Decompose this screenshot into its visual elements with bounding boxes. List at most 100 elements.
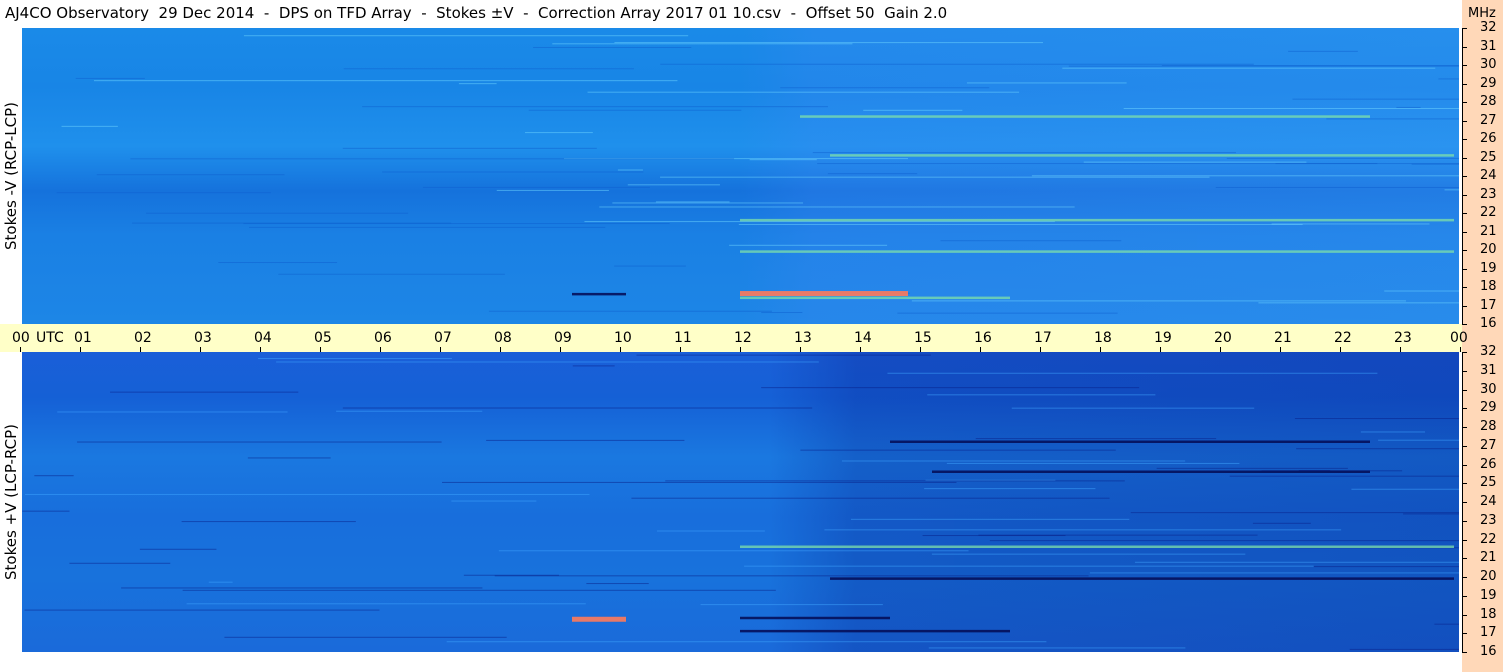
texture-stripe <box>24 609 380 611</box>
texture-stripe <box>1062 67 1436 69</box>
texture-stripe <box>362 106 828 108</box>
x-tick-mark <box>860 347 861 352</box>
texture-stripe <box>924 488 1096 490</box>
texture-stripe <box>75 77 145 79</box>
y-tick-label: 27 <box>1480 437 1497 453</box>
y-tick-mark <box>1462 305 1467 307</box>
x-tick-label: 07 <box>434 330 452 346</box>
y-tick-label: 21 <box>1480 223 1497 239</box>
texture-stripe <box>1378 439 1459 441</box>
y-tick-mark <box>1462 139 1467 140</box>
texture-stripe <box>382 171 644 173</box>
x-tick-mark <box>980 347 981 352</box>
texture-stripe <box>186 603 586 605</box>
y-tick-mark <box>1462 194 1467 196</box>
y-tick-label: 32 <box>1480 20 1497 35</box>
texture-stripe <box>1296 448 1459 450</box>
texture-stripe <box>1360 431 1426 433</box>
texture-stripe <box>812 152 1236 154</box>
x-tick-mark <box>1280 347 1281 352</box>
y-tick-mark <box>1462 427 1467 428</box>
texture-stripe <box>1134 561 1459 563</box>
texture-stripe <box>1444 189 1459 191</box>
texture-stripe <box>978 534 1258 536</box>
x-tick-label: 13 <box>794 330 812 346</box>
texture-stripe <box>336 410 483 412</box>
texture-stripe <box>946 462 1240 464</box>
texture-stripe <box>1215 186 1459 188</box>
texture-stripe <box>665 480 1125 482</box>
x-tick-label: 19 <box>1154 330 1172 346</box>
mhz-unit-label: MHz <box>1468 6 1496 21</box>
texture-stripe <box>1229 475 1459 477</box>
texture-stripe <box>655 201 730 203</box>
y-tick-label: 24 <box>1480 494 1497 509</box>
texture-stripe <box>463 574 560 576</box>
x-tick-label: 16 <box>974 330 992 346</box>
x-tick-mark <box>680 347 681 352</box>
spectral-feature <box>740 291 908 297</box>
texture-stripe <box>552 43 853 45</box>
texture-stripe <box>729 244 888 246</box>
y-tick-label: 20 <box>1480 242 1497 257</box>
top-panel-ylabel: Stokes -V (RCP-LCP) <box>0 28 22 324</box>
y-tick-label: 26 <box>1480 456 1497 472</box>
bottom-panel-ylabel: Stokes +V (LCP-RCP) <box>0 352 22 652</box>
texture-stripe <box>181 521 356 523</box>
texture-stripe <box>827 173 918 175</box>
y-tick-mark <box>1462 83 1467 85</box>
y-tick-label: 18 <box>1480 606 1497 622</box>
y-tick-label: 28 <box>1480 419 1497 434</box>
y-tick-label: 27 <box>1480 112 1497 128</box>
texture-stripe <box>422 186 650 188</box>
y-tick-label: 22 <box>1480 531 1497 547</box>
y-tick-label: 29 <box>1480 400 1497 416</box>
x-tick-label: 17 <box>1034 330 1052 346</box>
texture-stripe <box>863 109 963 111</box>
texture-stripe <box>989 540 1459 542</box>
utc-unit-label: UTC <box>36 330 64 346</box>
y-tick-mark <box>1462 633 1467 635</box>
texture-stripe <box>738 223 1303 225</box>
y-tick-mark <box>1462 250 1467 251</box>
texture-stripe <box>342 147 597 149</box>
x-tick-mark <box>560 347 561 352</box>
x-tick-label: 18 <box>1094 330 1112 346</box>
x-tick-label: 20 <box>1214 330 1232 346</box>
spectral-feature <box>740 616 890 620</box>
spectral-feature <box>800 115 1370 118</box>
texture-stripe <box>1438 78 1459 80</box>
x-tick-label: 01 <box>74 330 92 346</box>
x-tick-label: 21 <box>1274 330 1292 346</box>
y-tick-mark <box>1462 577 1467 578</box>
texture-stripe <box>1396 106 1421 108</box>
y-tick-label: 30 <box>1480 57 1497 72</box>
top-spectrogram-panel <box>22 28 1459 324</box>
top-panel-ylabel-text: Stokes -V (RCP-LCP) <box>2 102 20 250</box>
x-tick-label: 00 <box>12 330 30 346</box>
y-tick-label: 24 <box>1480 168 1497 183</box>
y-tick-label: 31 <box>1480 362 1497 378</box>
x-tick-mark <box>260 347 261 352</box>
y-tick-mark <box>1462 539 1467 541</box>
texture-stripe <box>614 265 686 267</box>
texture-stripe <box>975 438 1217 440</box>
texture-stripe <box>1258 302 1459 304</box>
texture-stripe <box>1434 623 1459 625</box>
spectral-feature <box>740 250 1454 253</box>
y-tick-mark <box>1462 502 1467 503</box>
texture-stripe <box>1031 175 1459 177</box>
time-axis-band: UTC 00 01 02 03 04 05 06 07 08 09 10 11 12 13 14 15 16 17… <box>0 324 1468 352</box>
spectral-feature <box>740 545 1454 548</box>
texture-stripe <box>817 163 1378 165</box>
y-tick-label: 19 <box>1480 260 1497 276</box>
texture-stripe <box>247 457 331 459</box>
texture-stripe <box>660 63 1254 65</box>
texture-stripe <box>146 212 409 214</box>
y-tick-mark <box>1462 652 1467 653</box>
x-tick-mark <box>440 347 441 352</box>
x-tick-label: 11 <box>674 330 692 346</box>
y-tick-mark <box>1462 287 1467 288</box>
texture-stripe <box>182 589 776 591</box>
texture-stripe <box>139 548 217 550</box>
